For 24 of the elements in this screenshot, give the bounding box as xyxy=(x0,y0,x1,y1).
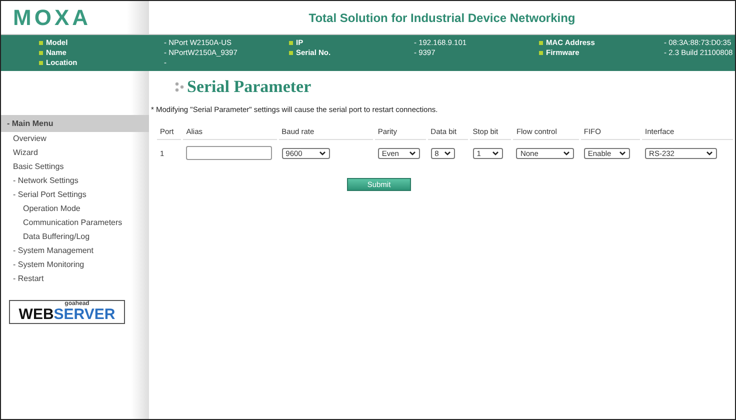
dots-icon xyxy=(175,82,185,92)
chevron-icon xyxy=(318,150,326,156)
menu-header: - Main Menu xyxy=(1,115,149,132)
alias-field[interactable] xyxy=(186,146,272,160)
chevron-icon xyxy=(618,150,626,156)
chevron-icon xyxy=(563,150,570,156)
menu-item[interactable]: - Network Settings xyxy=(1,174,149,188)
menu-item[interactable]: Data Buffering/Log xyxy=(1,230,149,244)
menu-item[interactable]: - Serial Port Settings xyxy=(1,188,149,202)
menu-item[interactable]: Wizard xyxy=(1,146,149,160)
tagline: Total Solution for Industrial Device Networking xyxy=(308,10,576,24)
menu-item[interactable]: Basic Settings xyxy=(1,160,149,174)
menu-item[interactable]: Operation Mode xyxy=(1,202,149,216)
menu-item[interactable]: - System Monitoring xyxy=(1,258,149,272)
logo: MOXA xyxy=(13,4,91,30)
chevron-icon xyxy=(444,150,451,156)
menu-item[interactable]: - System Management xyxy=(1,244,149,258)
chevron-icon xyxy=(408,150,416,156)
chevron-icon xyxy=(706,150,714,156)
page-title: Serial Parameter xyxy=(187,77,312,97)
menu-item[interactable]: Communication Parameters xyxy=(1,216,149,230)
chevron-icon xyxy=(492,150,499,156)
menu-item[interactable]: Overview xyxy=(1,132,149,146)
menu-item[interactable]: - Restart xyxy=(1,272,149,286)
